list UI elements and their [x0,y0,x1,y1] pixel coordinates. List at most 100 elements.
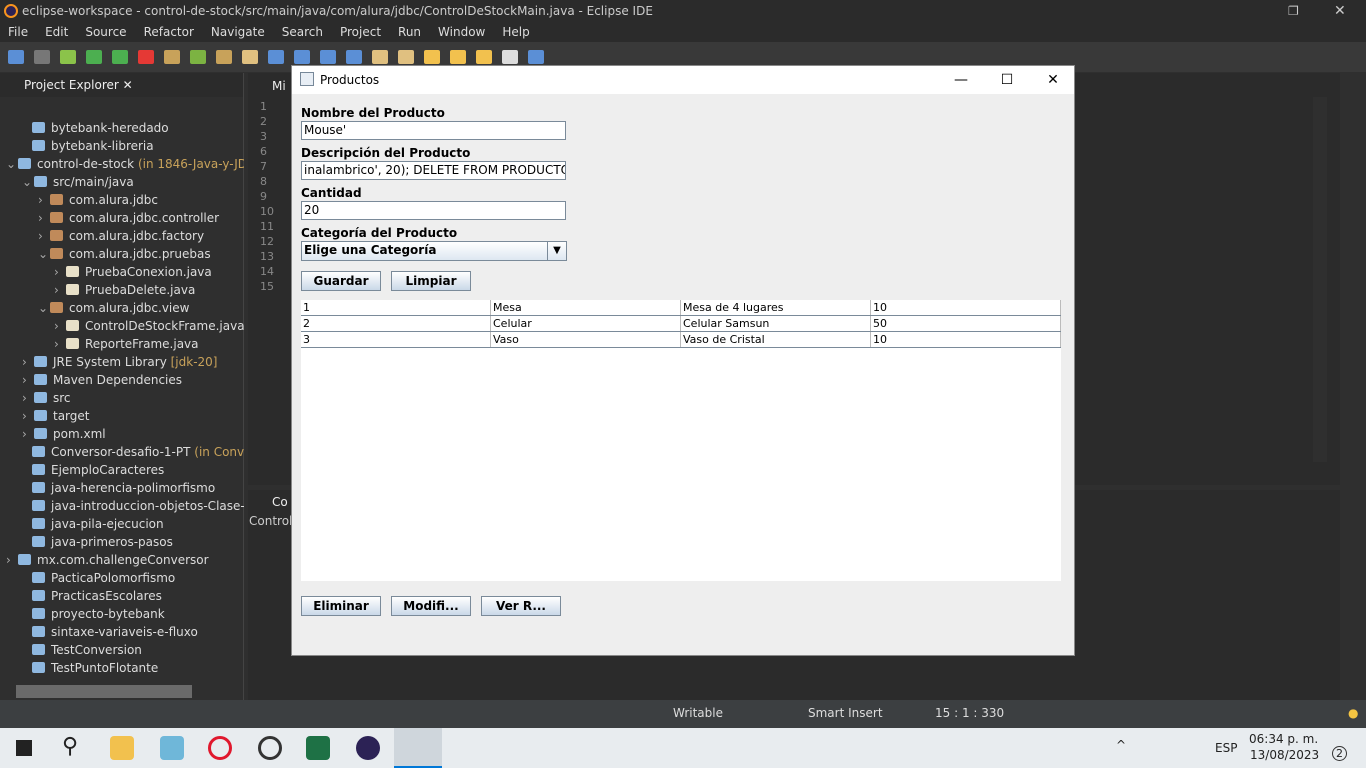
toolbar-button-icon[interactable] [34,50,50,64]
search-icon[interactable]: ⚲ [62,734,78,759]
chevron-down-icon[interactable]: ⌄ [38,299,50,317]
tree-item[interactable]: proyecto-bytebank [0,605,244,623]
tree-item[interactable]: ⌄ control-de-stock (in 1846-Java-y-JDBC [0,155,244,173]
menu-file[interactable]: File [0,22,37,42]
toolbar-button-icon[interactable] [346,50,362,64]
tree-item[interactable]: java-pila-ejecucion [0,515,244,533]
eclipse-icon[interactable] [356,736,380,760]
table-cell[interactable]: Mesa [491,300,681,315]
toolbar-button-icon[interactable] [476,50,492,64]
table-row[interactable]: 3 Vaso Vaso de Cristal 10 [301,332,1061,348]
menu-edit[interactable]: Edit [37,22,77,42]
menu-project[interactable]: Project [332,22,390,42]
tree-item[interactable]: › pom.xml [0,425,244,443]
toolbar-button-icon[interactable] [164,50,180,64]
toolbar-button-icon[interactable] [320,50,336,64]
editor-tab[interactable]: Mi [252,75,286,97]
close-button[interactable]: ✕ [1030,66,1076,94]
windows-start-icon[interactable] [16,740,32,756]
menu-window[interactable]: Window [430,22,494,42]
toolbar-button-icon[interactable] [112,50,128,64]
tree-item[interactable]: ⌄ src/main/java [0,173,244,191]
tree-item[interactable]: › target [0,407,244,425]
table-cell[interactable]: 50 [871,316,1061,331]
table-cell[interactable]: 10 [871,300,1061,315]
table-cell[interactable]: 2 [301,316,491,331]
toolbar-button-icon[interactable] [60,50,76,64]
tree-item[interactable]: › PruebaConexion.java [0,263,244,281]
chevron-right-icon[interactable]: › [22,353,34,371]
tree-item[interactable]: › ReporteFrame.java [0,335,244,353]
project-explorer-tab[interactable]: Project Explorer ✕ [0,73,243,97]
toolbar-button-icon[interactable] [528,50,544,64]
chevron-right-icon[interactable]: › [22,371,34,389]
tree-item[interactable]: › mx.com.challengeConversor [0,551,244,569]
clock-time[interactable]: 06:34 p. m. [1249,732,1318,746]
excel-icon[interactable] [306,736,330,760]
tree-item[interactable]: › com.alura.jdbc [0,191,244,209]
table-cell[interactable]: 3 [301,332,491,347]
toolbar-button-icon[interactable] [190,50,206,64]
menu-help[interactable]: Help [494,22,538,42]
categoria-select[interactable]: Elige una Categoría ▼ [301,241,567,261]
toolbar-button-icon[interactable] [138,50,154,64]
menu-run[interactable]: Run [390,22,430,42]
tree-item[interactable]: TestConversion [0,641,244,659]
table-cell[interactable]: Mesa de 4 lugares [681,300,871,315]
toolbar-button-icon[interactable] [398,50,414,64]
chevron-right-icon[interactable]: › [6,551,18,569]
notification-count[interactable]: 2 [1332,746,1347,761]
tree-item[interactable]: › JRE System Library [jdk-20] [0,353,244,371]
table-cell[interactable]: 1 [301,300,491,315]
toolbar-button-icon[interactable] [86,50,102,64]
table-cell[interactable]: Celular Samsun [681,316,871,331]
chevron-down-icon[interactable]: ▼ [547,242,566,260]
show-hidden-icons-icon[interactable]: ^ [1116,738,1126,752]
chevron-right-icon[interactable]: › [22,425,34,443]
chevron-right-icon[interactable]: › [22,389,34,407]
tree-item[interactable]: TestPuntoFlotante [0,659,244,677]
eliminar-button[interactable]: Eliminar [301,596,381,616]
tree-item[interactable]: PracticasEscolares [0,587,244,605]
toolbar-button-icon[interactable] [268,50,284,64]
toolbar-button-icon[interactable] [424,50,440,64]
chevron-down-icon[interactable]: ⌄ [22,173,34,191]
chevron-right-icon[interactable]: › [22,407,34,425]
chevron-down-icon[interactable]: ⌄ [38,245,50,263]
tree-item[interactable]: › PruebaDelete.java [0,281,244,299]
toolbar-button-icon[interactable] [450,50,466,64]
table-row[interactable]: 1 Mesa Mesa de 4 lugares 10 [301,300,1061,316]
tree-item[interactable]: › com.alura.jdbc.factory [0,227,244,245]
tree-item[interactable]: PacticaPolomorfismo [0,569,244,587]
tree-item[interactable]: bytebank-libreria [0,137,244,155]
file-explorer-icon[interactable] [110,736,134,760]
toolbar-button-icon[interactable] [502,50,518,64]
toolbar-button-icon[interactable] [372,50,388,64]
table-cell[interactable]: Vaso de Cristal [681,332,871,347]
horizontal-scrollbar[interactable] [16,685,192,698]
tree-item[interactable]: bytebank-heredado [0,119,244,137]
menu-navigate[interactable]: Navigate [203,22,274,42]
app-icon[interactable] [160,736,184,760]
chevron-right-icon[interactable]: › [38,209,50,227]
toolbar-button-icon[interactable] [294,50,310,64]
menu-source[interactable]: Source [77,22,135,42]
chevron-right-icon[interactable]: › [54,335,66,353]
nombre-input[interactable]: Mouse' [301,121,566,140]
restore-icon[interactable]: ❐ [1288,0,1299,22]
clock-app-icon[interactable] [258,736,282,760]
tree-item[interactable]: java-herencia-polimorfismo [0,479,244,497]
menu-search[interactable]: Search [274,22,332,42]
toolbar-button-icon[interactable] [216,50,232,64]
tree-item[interactable]: ⌄ com.alura.jdbc.pruebas [0,245,244,263]
reporte-button[interactable]: Ver R... [481,596,561,616]
toolbar-button-icon[interactable] [242,50,258,64]
lightbulb-icon[interactable]: ● [1348,706,1358,720]
toolbar-button-icon[interactable] [8,50,24,64]
close-icon[interactable]: ✕ [123,78,133,92]
console-tab[interactable]: Co [252,492,288,512]
tree-item[interactable]: java-primeros-pasos [0,533,244,551]
chevron-down-icon[interactable]: ⌄ [6,155,18,173]
close-icon[interactable]: ✕ [1334,0,1346,22]
limpiar-button[interactable]: Limpiar [391,271,471,291]
